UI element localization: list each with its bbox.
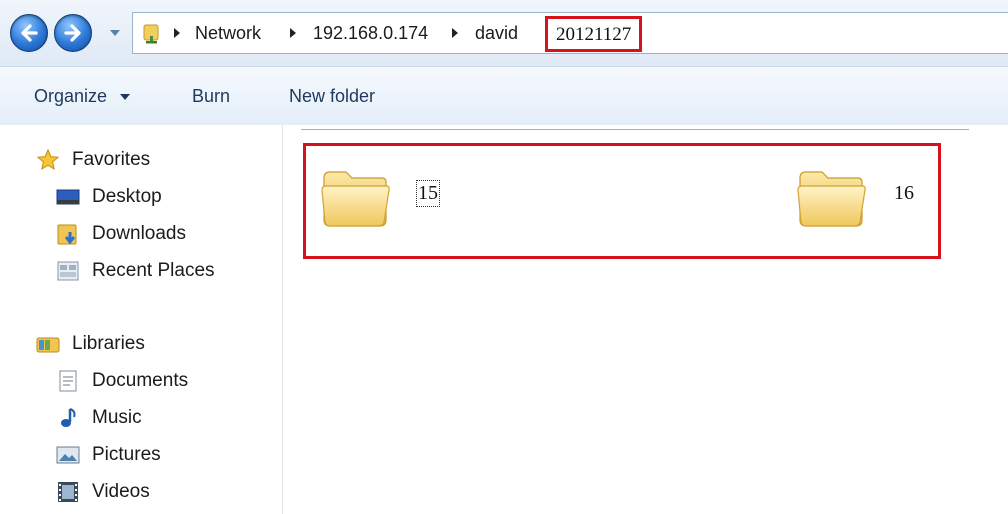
burn-button[interactable]: Burn: [192, 67, 230, 125]
nav-item-label: Downloads: [92, 223, 186, 244]
pictures-icon: [56, 446, 80, 464]
nav-favorites-label: Favorites: [72, 149, 151, 170]
video-film-icon: [58, 482, 78, 502]
folder-item-15[interactable]: [320, 160, 410, 240]
navigation-pane: Favorites Desktop Downloads Recent Place…: [0, 125, 283, 514]
folder-name-15[interactable]: 15: [416, 180, 440, 207]
breadcrumb-ip[interactable]: 192.168.0.174: [313, 13, 428, 53]
music-note-icon: [61, 408, 76, 427]
folder-item-16[interactable]: [796, 160, 886, 240]
file-list-pane: 15 16: [283, 125, 1008, 514]
forward-arrow-icon: [64, 24, 81, 42]
forward-button[interactable]: [54, 14, 92, 52]
nav-item-label: Pictures: [92, 444, 161, 465]
nav-item-label: Music: [92, 407, 142, 428]
divider: [301, 129, 969, 130]
recent-places-icon: [57, 261, 79, 281]
folders-highlight-box: 15 16: [303, 143, 941, 259]
back-button[interactable]: [10, 14, 48, 52]
nav-item-label: Recent Places: [92, 260, 215, 281]
new-folder-button[interactable]: New folder: [289, 67, 375, 125]
nav-item-label: Videos: [92, 481, 150, 502]
downloads-folder-icon: [57, 224, 77, 245]
nav-item-label: Documents: [92, 370, 189, 391]
libraries-icon: [36, 337, 60, 353]
document-icon: [59, 370, 77, 392]
organize-label: Organize: [34, 86, 108, 106]
folder-icon: [321, 171, 390, 227]
breadcrumb-arrow-icon[interactable]: [289, 28, 297, 38]
breadcrumb-current-folder[interactable]: 20121127: [545, 16, 643, 52]
desktop-icon: [56, 189, 80, 205]
star-icon: [36, 148, 60, 171]
back-arrow-icon: [21, 24, 38, 42]
breadcrumb-david[interactable]: david: [475, 13, 518, 53]
breadcrumb-arrow-icon[interactable]: [173, 28, 181, 38]
breadcrumb-arrow-icon[interactable]: [451, 28, 459, 38]
address-bar-region: Network 192.168.0.174 david 20121127: [0, 0, 1008, 66]
address-field[interactable]: Network 192.168.0.174 david 20121127: [132, 12, 1008, 54]
nav-libraries-label: Libraries: [72, 333, 145, 354]
folder-icon: [797, 171, 866, 227]
network-folder-icon: [143, 24, 159, 44]
breadcrumb-network[interactable]: Network: [195, 13, 261, 53]
organize-button[interactable]: Organize: [34, 67, 131, 125]
folder-name-16[interactable]: 16: [894, 182, 914, 205]
chevron-down-icon: [120, 94, 131, 101]
nav-item-label: Desktop: [92, 186, 162, 207]
recent-pages-dropdown-icon[interactable]: [108, 28, 122, 38]
command-toolbar: Organize Burn New folder: [0, 66, 1008, 126]
